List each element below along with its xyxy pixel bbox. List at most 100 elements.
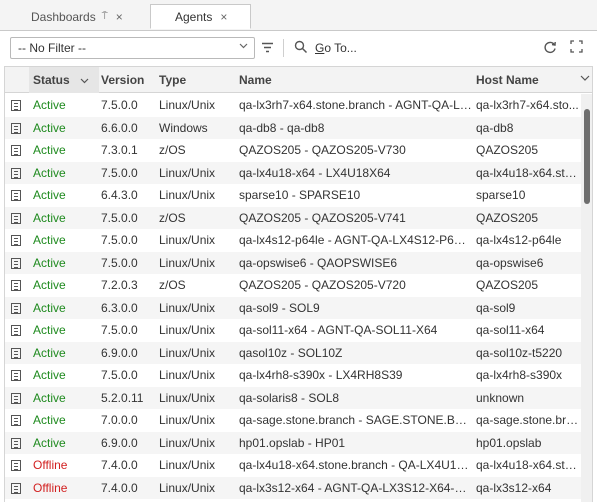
record-icon[interactable] [11, 94, 25, 117]
status-cell: Active [33, 300, 66, 315]
scrollbar-thumb[interactable] [584, 109, 590, 204]
record-icon[interactable] [11, 252, 25, 275]
record-icon[interactable] [11, 432, 25, 455]
name-cell: qa-sol11-x64 - AGNT-QA-SOL11-X64 [239, 323, 438, 337]
version-cell: 5.2.0.11 [101, 390, 144, 405]
name-cell: qa-lx3rh7-x64.stone.branch - AGNT-QA-LX3… [239, 98, 472, 112]
version-cell: 7.0.0.0 [101, 413, 138, 427]
table-row[interactable]: Active 7.2.0.3 z/OS QAZOS205 - QAZOS205-V72… [5, 274, 581, 297]
expand-icon[interactable] [570, 40, 583, 56]
column-header-status[interactable]: Status [29, 67, 99, 93]
record-icon[interactable] [11, 319, 25, 342]
column-header-version-label: Version [101, 73, 145, 87]
record-icon[interactable] [11, 297, 25, 320]
column-menu-icon[interactable] [580, 71, 590, 85]
name-cell: qa-solaris8 - SOL8 [239, 390, 340, 405]
record-icon[interactable] [11, 454, 25, 477]
record-icon[interactable] [11, 274, 25, 297]
column-header-host-name[interactable]: Host Name [476, 67, 576, 93]
table-row[interactable]: Active 6.9.0.0 Linux/Unix qasol10z - SOL10Z… [5, 341, 581, 365]
table-row[interactable]: Active 7.5.0.0 Linux/Unix qa-sol11-x64 - AG… [5, 319, 581, 342]
type-cell: Linux/Unix [159, 435, 216, 450]
status-cell: Active [33, 390, 66, 405]
filter-value: -- No Filter -- [18, 41, 86, 55]
table-row[interactable]: Active 7.5.0.0 Linux/Unix qa-lx4u18-x64 - L… [5, 161, 581, 185]
host-name-cell: qa-lx4rh8-s390x [476, 368, 563, 382]
table-row[interactable]: Active 7.5.0.0 Linux/Unix qa-opswise6 - QAO… [5, 251, 581, 275]
record-icon[interactable] [11, 387, 25, 410]
record-icon[interactable] [11, 409, 25, 432]
record-icon[interactable] [11, 229, 25, 252]
name-cell: sparse10 - SPARSE10 [239, 188, 361, 202]
version-cell: 7.5.0.0 [101, 98, 138, 112]
table-row[interactable]: Offline 7.4.0.0 Linux/Unix qa-lx3s12-x64 - … [5, 476, 581, 500]
table-row[interactable]: Active 7.0.0.0 Linux/Unix qa-sage.stone.bra… [5, 409, 581, 432]
vertical-scrollbar[interactable] [581, 94, 592, 502]
record-icon[interactable] [11, 184, 25, 207]
version-cell: 7.5.0.0 [101, 255, 138, 270]
close-icon[interactable]: × [220, 10, 227, 24]
filter-select[interactable]: -- No Filter -- [10, 37, 255, 59]
version-cell: 7.5.0.0 [101, 210, 138, 225]
column-header-type-label: Type [159, 73, 187, 87]
close-icon[interactable]: × [116, 10, 123, 24]
pin-icon[interactable]: ⍑ [102, 11, 108, 22]
column-header-name[interactable]: Name [239, 67, 469, 93]
tab-agents[interactable]: Agents × [150, 4, 251, 29]
record-icon[interactable] [11, 139, 25, 162]
table-row[interactable]: Active 6.9.0.0 Linux/Unix hp01.opslab - HP0… [5, 431, 581, 455]
version-cell: 7.5.0.0 [101, 368, 138, 382]
type-cell: Linux/Unix [159, 323, 216, 337]
filter-icon[interactable] [261, 41, 274, 57]
table-row[interactable]: Active 7.5.0.0 Linux/Unix qa-lx4s12-p64le -… [5, 229, 581, 252]
host-name-cell: qa-lx3s12-x64 [476, 480, 552, 495]
column-header-version[interactable]: Version [101, 67, 157, 93]
name-cell: qa-lx3s12-x64 - AGNT-QA-LX3S12-X64-1AS [239, 480, 472, 495]
table-row[interactable]: Active 6.4.3.0 Linux/Unix sparse10 - SPARSE… [5, 184, 581, 207]
table-row[interactable]: Active 7.5.0.0 z/OS QAZOS205 - QAZOS205-V74… [5, 206, 581, 230]
table-row[interactable]: Active 6.6.0.0 Windows qa-db8 - qa-db8 qa-db… [5, 116, 581, 140]
status-cell: Active [33, 435, 66, 450]
record-icon[interactable] [11, 477, 25, 500]
goto-button[interactable]: Go To... [315, 41, 357, 55]
type-cell: z/OS [159, 210, 186, 225]
host-name-cell: QAZOS205 [476, 143, 539, 157]
version-cell: 7.2.0.3 [101, 278, 138, 292]
type-cell: z/OS [159, 278, 186, 292]
table-row[interactable]: Active 7.5.0.0 Linux/Unix qa-lx3rh7-x64.sto… [5, 94, 581, 117]
table-row[interactable]: Active 5.2.0.11 Linux/Unix qa-solaris8 - SO… [5, 386, 581, 410]
host-name-cell: qa-sol9 [476, 300, 516, 315]
table-row[interactable]: Active 7.3.0.1 z/OS QAZOS205 - QAZOS205-V73… [5, 139, 581, 162]
type-cell: Linux/Unix [159, 345, 216, 360]
record-icon[interactable] [11, 117, 25, 140]
type-cell: Linux/Unix [159, 233, 216, 247]
table-row[interactable]: Offline 7.4.0.0 Linux/Unix qa-lx4u18-x64.st… [5, 454, 581, 477]
version-cell: 7.4.0.0 [101, 480, 138, 495]
table-row[interactable]: Active 6.3.0.0 Linux/Unix qa-sol9 - SOL9 qa-… [5, 296, 581, 320]
refresh-icon[interactable] [543, 40, 557, 57]
status-cell: Active [33, 413, 66, 427]
version-cell: 6.3.0.0 [101, 300, 138, 315]
host-name-cell: qa-opswise6 [476, 255, 544, 270]
host-name-cell: qa-sage.stone.bra... [476, 413, 579, 427]
record-icon[interactable] [11, 342, 25, 365]
status-cell: Offline [33, 480, 68, 495]
record-icon[interactable] [11, 364, 25, 387]
search-icon[interactable] [294, 40, 308, 57]
status-cell: Active [33, 345, 66, 360]
tab-dashboards[interactable]: Dashboards ⍑ × [5, 4, 142, 29]
status-cell: Active [33, 255, 66, 270]
version-cell: 7.3.0.1 [101, 143, 138, 157]
version-cell: 6.6.0.0 [101, 120, 138, 135]
status-cell: Active [33, 143, 66, 157]
table-row[interactable]: Active 7.5.0.0 Linux/Unix qa-lx4rh8-s390x -… [5, 364, 581, 387]
record-icon[interactable] [11, 162, 25, 185]
record-icon[interactable] [11, 207, 25, 230]
type-cell: Linux/Unix [159, 300, 216, 315]
host-name-cell: hp01.opslab [476, 435, 542, 450]
type-cell: Linux/Unix [159, 165, 216, 180]
column-header-status-label: Status [33, 73, 70, 87]
column-header-type[interactable]: Type [159, 67, 237, 93]
type-cell: Linux/Unix [159, 458, 216, 472]
type-cell: Windows [159, 120, 208, 135]
